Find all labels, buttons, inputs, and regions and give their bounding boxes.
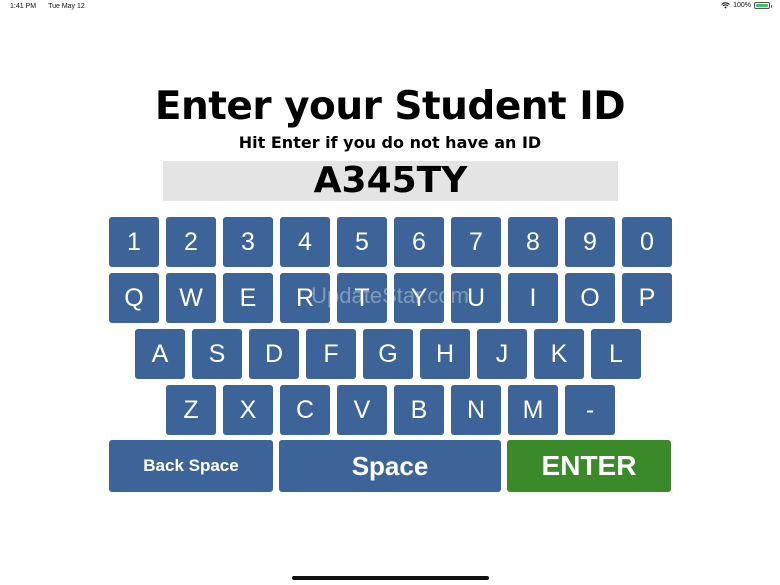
status-bar-right: 100%: [721, 2, 772, 9]
key-r[interactable]: R: [280, 273, 330, 323]
status-date: Tue May 12: [48, 3, 85, 10]
key-x[interactable]: X: [223, 385, 273, 435]
key-p[interactable]: P: [622, 273, 672, 323]
key-m[interactable]: M: [508, 385, 558, 435]
key-o[interactable]: O: [565, 273, 615, 323]
key-a[interactable]: A: [135, 329, 185, 379]
key-f[interactable]: F: [306, 329, 356, 379]
key-h[interactable]: H: [420, 329, 470, 379]
key-1[interactable]: 1: [109, 217, 159, 267]
page-subtitle: Hit Enter if you do not have an ID: [238, 133, 542, 152]
key-5[interactable]: 5: [337, 217, 387, 267]
key-y[interactable]: Y: [394, 273, 444, 323]
key-b[interactable]: B: [394, 385, 444, 435]
key-9[interactable]: 9: [565, 217, 615, 267]
key-w[interactable]: W: [166, 273, 216, 323]
key-dash[interactable]: -: [565, 385, 615, 435]
status-bar-left: 1:41 PM Tue May 12: [10, 3, 85, 10]
key-v[interactable]: V: [337, 385, 387, 435]
battery-percent: 100%: [733, 2, 751, 9]
screen: 1:41 PM Tue May 12 100% Enter your Stude…: [0, 0, 780, 585]
key-z[interactable]: Z: [166, 385, 216, 435]
key-6[interactable]: 6: [394, 217, 444, 267]
key-l[interactable]: L: [591, 329, 641, 379]
backspace-button[interactable]: Back Space: [109, 440, 273, 492]
key-c[interactable]: C: [280, 385, 330, 435]
key-e[interactable]: E: [223, 273, 273, 323]
key-d[interactable]: D: [249, 329, 299, 379]
key-t[interactable]: T: [337, 273, 387, 323]
key-s[interactable]: S: [192, 329, 242, 379]
key-j[interactable]: J: [477, 329, 527, 379]
key-q[interactable]: Q: [109, 273, 159, 323]
key-k[interactable]: K: [534, 329, 584, 379]
key-n[interactable]: N: [451, 385, 501, 435]
wifi-icon: [721, 2, 730, 9]
status-time: 1:41 PM: [10, 3, 37, 10]
page-title: Enter your Student ID: [154, 84, 626, 129]
key-4[interactable]: 4: [280, 217, 330, 267]
space-button[interactable]: Space: [279, 440, 501, 492]
key-7[interactable]: 7: [451, 217, 501, 267]
key-i[interactable]: I: [508, 273, 558, 323]
key-g[interactable]: G: [363, 329, 413, 379]
key-8[interactable]: 8: [508, 217, 558, 267]
key-u[interactable]: U: [451, 273, 501, 323]
home-indicator[interactable]: [292, 576, 489, 580]
student-id-field[interactable]: A345TY: [163, 161, 618, 201]
key-2[interactable]: 2: [166, 217, 216, 267]
key-0[interactable]: 0: [622, 217, 672, 267]
battery-icon: [754, 2, 772, 9]
key-3[interactable]: 3: [223, 217, 273, 267]
enter-button[interactable]: ENTER: [507, 440, 671, 492]
